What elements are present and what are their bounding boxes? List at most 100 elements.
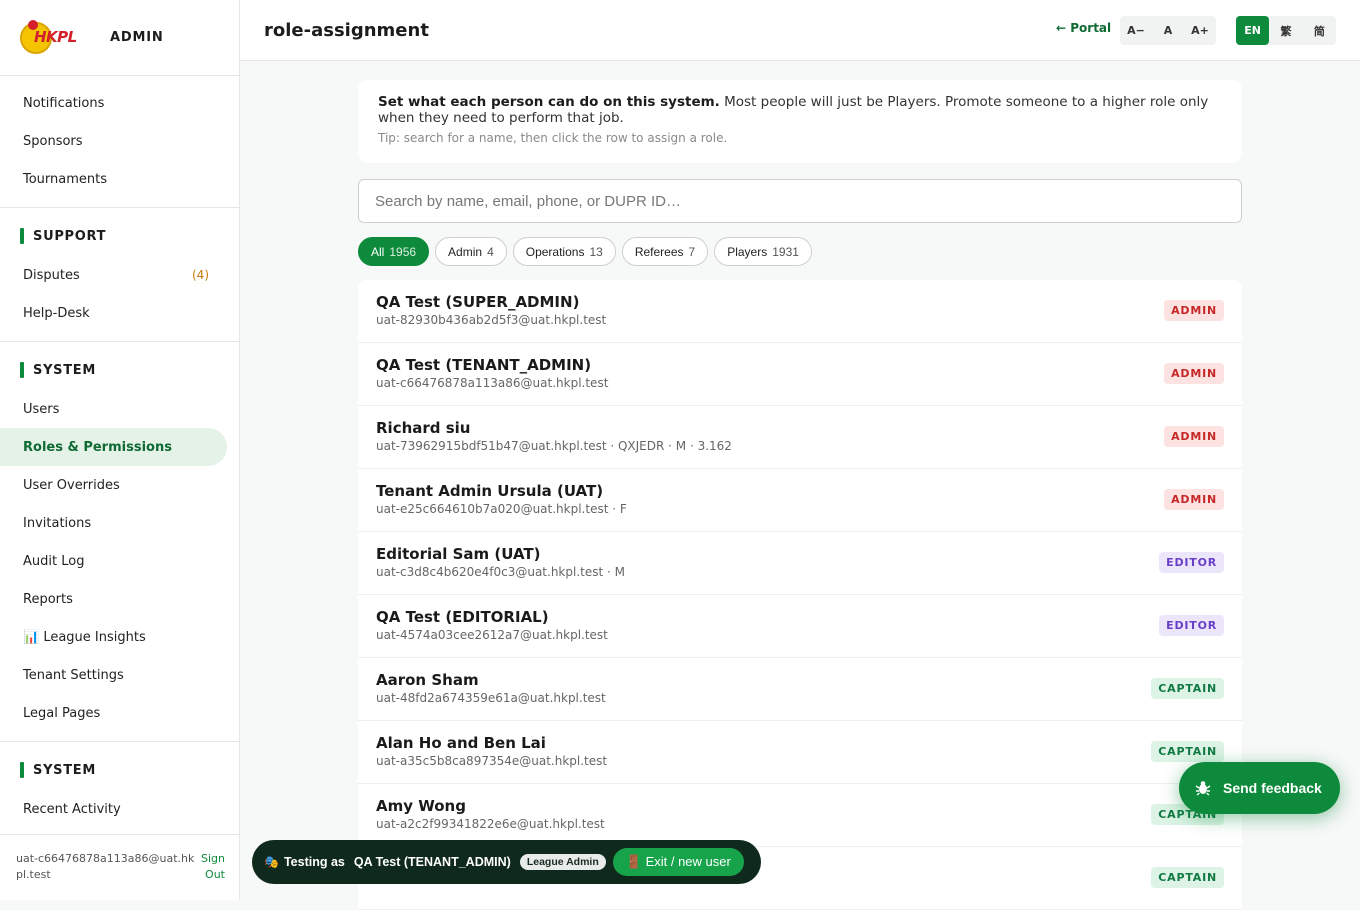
filter-chip-all[interactable]: All 1956 [358,237,430,266]
filter-chip-referees[interactable]: Referees 7 [621,237,709,266]
sidebar-item-tournaments[interactable]: Tournaments [0,160,227,198]
filter-chip-players[interactable]: Players 1931 [714,237,812,266]
font-increase-button[interactable]: A+ [1184,16,1216,45]
top-bar: role-assignment ← Portal A− A A+ EN 繁 简 [240,0,1360,61]
sidebar: HKPL ADMIN Notifications Sponsors Tourna… [0,0,240,900]
intro-card: Set what each person can do on this syst… [358,80,1242,163]
sidebar-item-league-insights[interactable]: 📊 League Insights [0,618,227,656]
user-name: Tenant Admin Ursula (UAT) [376,482,604,500]
section-heading-system: SYSTEM [0,350,239,390]
brand-title: ADMIN [110,30,164,45]
user-row[interactable]: Editorial Sam (UAT) uat-c3d8c4b620e4f0c3@… [358,532,1242,595]
section-heading-label: SYSTEM [33,762,97,778]
user-name: Amy Wong [376,797,466,815]
user-meta: uat-c3d8c4b620e4f0c3@uat.hkpl.test · M [376,565,625,579]
filter-chip-label: Operations [525,244,585,259]
sidebar-item-disputes[interactable]: Disputes (4) [0,256,227,294]
filter-chip-operations[interactable]: Operations 13 [512,237,616,266]
nav-section-system: SYSTEM Users Roles & Permissions User Ov… [0,342,239,742]
filter-chip-admin[interactable]: Admin 4 [435,237,507,266]
language-zh-hant-button[interactable]: 繁 [1269,16,1302,45]
sign-out-link[interactable]: Sign Out [196,851,225,900]
role-badge: ADMIN [1164,489,1224,510]
sidebar-item-label: 📊 League Insights [23,629,146,645]
user-row[interactable]: QA Test (EDITORIAL) uat-4574a03cee2612a7@… [358,595,1242,658]
user-list: QA Test (SUPER_ADMIN) uat-82930b436ab2d5f… [358,280,1242,910]
sidebar-item-reports[interactable]: Reports [0,580,227,618]
role-badge: EDITOR [1159,615,1224,636]
filter-chip-count: 13 [589,244,603,259]
sidebar-item-label: Sponsors [23,133,83,149]
sidebar-item-label: Tournaments [23,171,108,187]
sidebar-item-help-desk[interactable]: Help-Desk [0,294,227,332]
filter-chip-label: Admin [448,244,483,259]
sidebar-item-recent-activity[interactable]: Recent Activity [0,790,227,828]
user-meta: uat-a35c5b8ca897354e@uat.hkpl.test [376,754,608,768]
filter-chip-count: 4 [487,244,494,259]
user-meta: uat-e25c664610b7a020@uat.hkpl.test · F [376,502,627,516]
sidebar-item-label: Disputes [23,267,80,283]
exit-impersonation-button[interactable]: 🚪 Exit / new user [612,848,744,876]
user-row[interactable]: Aaron Sham uat-48fd2a674359e61a@uat.hkpl.… [358,658,1242,721]
section-heading-label: SYSTEM [33,362,97,378]
sidebar-item-tenant-settings[interactable]: Tenant Settings [0,656,227,694]
user-row[interactable]: Richard siu uat-73962915bdf51b47@uat.hkpl… [358,406,1242,469]
send-feedback-button[interactable]: Send feedback [1179,762,1340,814]
sidebar-item-label: Tenant Settings [23,667,124,683]
page-title: role-assignment [264,19,429,41]
sidebar-item-user-overrides[interactable]: User Overrides [0,466,227,504]
intro-bold: Set what each person can do on this syst… [378,94,720,110]
user-name: Aaron Sham [376,671,479,689]
send-feedback-label: Send feedback [1223,780,1322,796]
language-switcher: EN 繁 简 [1236,16,1336,45]
role-filter-chips: All 1956 Admin 4 Operations 13 Referees 7 Pl… [358,237,1242,266]
sidebar-item-label: User Overrides [23,477,120,493]
user-name: Editorial Sam (UAT) [376,545,541,563]
search-input[interactable] [358,179,1242,223]
user-row[interactable]: Alan Ho and Ben Lai uat-a35c5b8ca897354e@… [358,721,1242,784]
sidebar-item-label: Recent Activity [23,801,121,817]
role-badge: EDITOR [1159,552,1224,573]
role-badge: CAPTAIN [1151,741,1224,762]
filter-chip-label: Players [727,244,768,259]
font-size-controls: A− A A+ [1120,16,1216,45]
logo-text: HKPL [34,27,77,46]
sidebar-item-sponsors[interactable]: Sponsors [0,122,227,160]
filter-chip-label: Referees [634,244,684,259]
user-row[interactable]: Tenant Admin Ursula (UAT) uat-e25c664610b… [358,469,1242,532]
sidebar-item-invitations[interactable]: Invitations [0,504,227,542]
testing-as-label: Testing as [283,855,345,869]
current-user-email: uat-c66476878a113a86@uat.hkpl.test [16,852,195,881]
impersonation-banner: 🎭 Testing as QA Test (TENANT_ADMIN) Leag… [252,840,761,884]
role-badge: ADMIN [1164,300,1224,321]
main-content: Set what each person can do on this syst… [358,80,1242,910]
user-row[interactable]: QA Test (SUPER_ADMIN) uat-82930b436ab2d5f… [358,280,1242,343]
sidebar-item-users[interactable]: Users [0,390,227,428]
sidebar-item-notifications[interactable]: Notifications [0,84,227,122]
impersonated-user: QA Test (TENANT_ADMIN) [353,855,511,869]
user-name: QA Test (TENANT_ADMIN) [376,356,592,374]
language-zh-hans-button[interactable]: 简 [1303,16,1336,45]
language-en-button[interactable]: EN [1236,16,1270,45]
intro-text: Set what each person can do on this syst… [378,94,1222,126]
disputes-count-badge: (4) [192,268,209,282]
font-reset-button[interactable]: A [1152,16,1184,45]
font-decrease-button[interactable]: A− [1120,16,1152,45]
sidebar-item-label: Reports [23,591,73,607]
sidebar-item-legal-pages[interactable]: Legal Pages [0,694,227,732]
section-heading-support: SUPPORT [0,216,239,256]
hkpl-logo[interactable]: HKPL [20,18,96,58]
portal-link[interactable]: ← Portal [1056,21,1111,35]
user-meta: uat-a2c2f99341822e6e@uat.hkpl.test [376,817,605,831]
user-row[interactable]: QA Test (TENANT_ADMIN) uat-c66476878a113a… [358,343,1242,406]
sidebar-item-roles-permissions[interactable]: Roles & Permissions [0,428,227,466]
nav-section-main: Notifications Sponsors Tournaments [0,76,239,208]
user-meta: uat-82930b436ab2d5f3@uat.hkpl.test [376,313,607,327]
role-badge: ADMIN [1164,363,1224,384]
intro-tip: Tip: search for a name, then click the r… [378,131,728,145]
section-heading-system-2: SYSTEM [0,750,239,790]
sidebar-item-label: Invitations [23,515,92,531]
sidebar-item-audit-log[interactable]: Audit Log [0,542,227,580]
user-name: Richard siu [376,419,471,437]
user-row[interactable]: Amy Wong uat-a2c2f99341822e6e@uat.hkpl.te… [358,784,1242,847]
